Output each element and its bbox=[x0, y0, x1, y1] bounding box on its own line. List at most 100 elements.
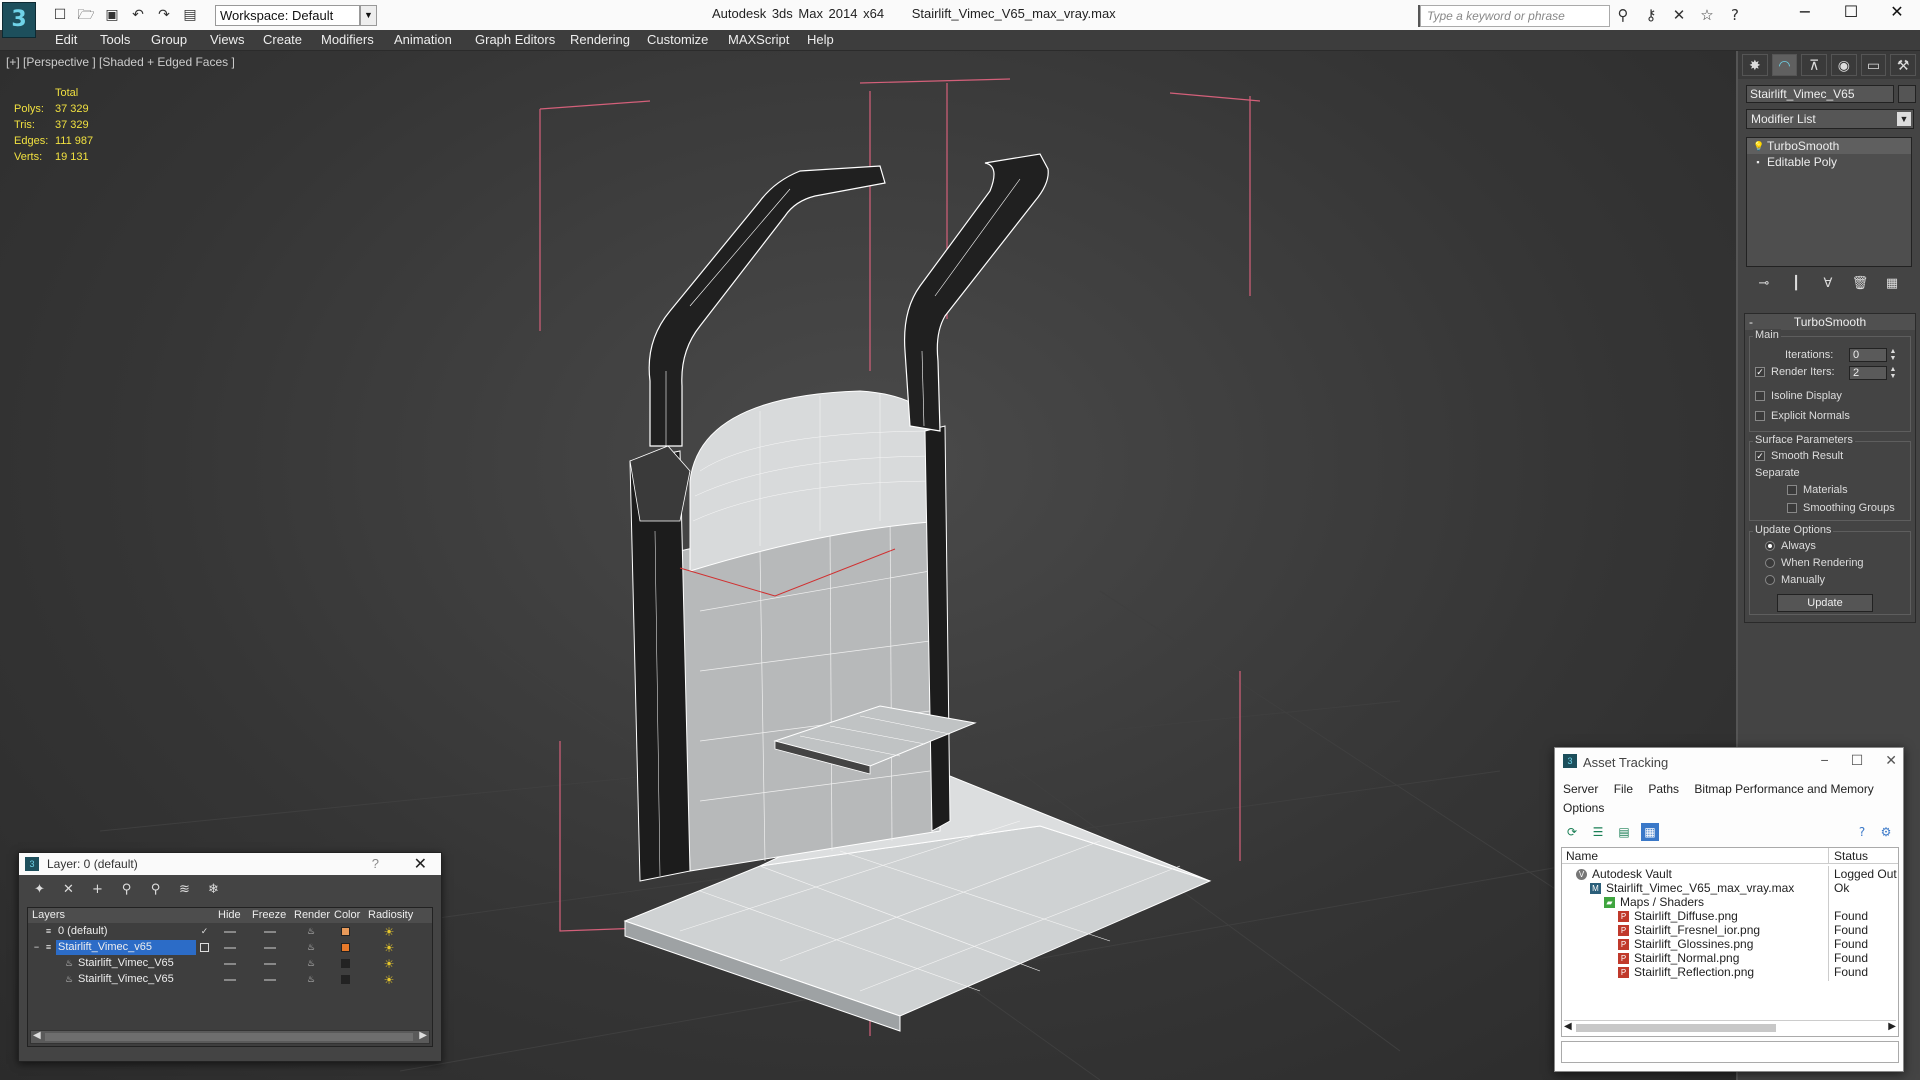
scroll-right-icon[interactable]: ▶ bbox=[1888, 1021, 1896, 1032]
workspace-dropdown[interactable]: Workspace: Default ▼ bbox=[215, 5, 377, 26]
menu-animation[interactable]: Animation bbox=[394, 32, 452, 47]
modifier-list-dropdown[interactable]: Modifier List ▼ bbox=[1746, 109, 1914, 129]
key-icon[interactable]: ⚷ bbox=[1640, 5, 1662, 25]
hide-toggle[interactable] bbox=[224, 931, 236, 933]
col-radiosity[interactable]: Radiosity bbox=[368, 909, 413, 921]
scroll-right-icon[interactable]: ▶ bbox=[419, 1030, 427, 1041]
settings-icon[interactable]: ⚙ bbox=[1877, 823, 1895, 841]
app-logo-button[interactable]: 3 bbox=[2, 2, 36, 38]
asset-row[interactable]: P Stairlift_Reflection.png Found bbox=[1562, 964, 1898, 981]
menu-tools[interactable]: Tools bbox=[100, 32, 130, 47]
configure-sets-icon[interactable]: ▦ bbox=[1882, 273, 1902, 295]
utilities-tab-icon[interactable]: ⚒ bbox=[1890, 54, 1917, 76]
help-icon[interactable]: ? bbox=[1724, 5, 1746, 25]
always-radio[interactable] bbox=[1765, 541, 1775, 551]
explicit-normals-checkbox[interactable] bbox=[1755, 411, 1765, 421]
menu-options[interactable]: Options bbox=[1563, 801, 1604, 815]
freeze-toggle[interactable] bbox=[264, 963, 276, 965]
close-button[interactable]: ✕ bbox=[1874, 0, 1920, 26]
menu-create[interactable]: Create bbox=[263, 32, 302, 47]
list-view-icon[interactable]: ☰ bbox=[1589, 823, 1607, 841]
menu-graph-editors[interactable]: Graph Editors bbox=[475, 32, 555, 47]
add-to-layer-icon[interactable]: + bbox=[87, 881, 108, 899]
when-rendering-radio[interactable] bbox=[1765, 558, 1775, 568]
chevron-down-icon[interactable]: ▼ bbox=[1897, 112, 1911, 126]
freeze-toggle[interactable] bbox=[264, 979, 276, 981]
highlight-layer-icon[interactable]: ⚲ bbox=[145, 881, 166, 899]
search-input[interactable]: Type a keyword or phrase bbox=[1420, 5, 1610, 27]
menu-customize[interactable]: Customize bbox=[647, 32, 708, 47]
delete-layer-icon[interactable]: ✕ bbox=[58, 881, 79, 899]
scroll-left-icon[interactable]: ◀ bbox=[33, 1030, 41, 1041]
hierarchy-tab-icon[interactable]: ⊼ bbox=[1801, 54, 1828, 76]
spinner-arrows-icon[interactable]: ▲ ▼ bbox=[1889, 366, 1897, 380]
grid-view-icon[interactable]: ▦ bbox=[1641, 823, 1659, 841]
stack-item-turbosmooth[interactable]: 💡 TurboSmooth bbox=[1747, 138, 1911, 154]
materials-checkbox[interactable] bbox=[1787, 485, 1797, 495]
scroll-thumb[interactable] bbox=[45, 1033, 413, 1041]
layer-window-titlebar[interactable]: 3 Layer: 0 (default) ? ✕ bbox=[19, 853, 441, 875]
radiosity-icon[interactable]: ☀ bbox=[382, 957, 396, 971]
layer-color-swatch[interactable] bbox=[341, 943, 350, 952]
help-icon[interactable]: ? bbox=[1853, 823, 1871, 841]
minimize-button[interactable]: − bbox=[1782, 0, 1828, 26]
col-color[interactable]: Color bbox=[334, 909, 360, 921]
layer-color-swatch[interactable] bbox=[341, 959, 350, 968]
save-icon[interactable]: ▣ bbox=[102, 5, 122, 25]
layer-color-swatch[interactable] bbox=[341, 975, 350, 984]
current-layer-box[interactable] bbox=[200, 943, 209, 952]
close-button[interactable]: ✕ bbox=[1885, 752, 1897, 769]
menu-bitmap-performance[interactable]: Bitmap Performance and Memory bbox=[1694, 782, 1873, 796]
isoline-display-checkbox[interactable] bbox=[1755, 391, 1765, 401]
spinner-arrows-icon[interactable]: ▲ ▼ bbox=[1889, 348, 1897, 362]
maximize-button[interactable]: ☐ bbox=[1851, 752, 1864, 769]
chevron-down-icon[interactable]: ▼ bbox=[360, 5, 377, 26]
update-button[interactable]: Update bbox=[1777, 594, 1873, 612]
col-name[interactable]: Name bbox=[1566, 849, 1598, 863]
scroll-thumb[interactable] bbox=[1576, 1024, 1776, 1032]
menu-edit[interactable]: Edit bbox=[55, 32, 77, 47]
render-iters-spinner[interactable]: 2 bbox=[1849, 366, 1887, 380]
select-objects-icon[interactable]: ⚲ bbox=[116, 881, 137, 899]
hide-toggle[interactable] bbox=[224, 947, 236, 949]
hold-icon[interactable]: ▤ bbox=[180, 5, 200, 25]
menu-paths[interactable]: Paths bbox=[1648, 782, 1679, 796]
display-tab-icon[interactable]: ▭ bbox=[1860, 54, 1887, 76]
menu-maxscript[interactable]: MAXScript bbox=[728, 32, 789, 47]
menu-server[interactable]: Server bbox=[1563, 782, 1598, 796]
open-file-icon[interactable]: 🗁 bbox=[76, 5, 96, 25]
col-render[interactable]: Render bbox=[294, 909, 330, 921]
motion-tab-icon[interactable]: ◉ bbox=[1831, 54, 1857, 76]
minimize-button[interactable]: − bbox=[1821, 752, 1829, 769]
render-teapot-icon[interactable]: ♨ bbox=[306, 942, 316, 952]
redo-icon[interactable]: ↷ bbox=[154, 5, 174, 25]
menu-file[interactable]: File bbox=[1614, 782, 1633, 796]
menu-group[interactable]: Group bbox=[151, 32, 187, 47]
radiosity-icon[interactable]: ☀ bbox=[382, 925, 396, 939]
render-teapot-icon[interactable]: ♨ bbox=[306, 958, 316, 968]
col-layers[interactable]: Layers bbox=[32, 909, 65, 921]
stack-item-editable-poly[interactable]: ▪ Editable Poly bbox=[1747, 154, 1911, 170]
menu-help[interactable]: Help bbox=[807, 32, 834, 47]
expand-icon[interactable]: ▪ bbox=[1753, 157, 1763, 167]
remove-modifier-icon[interactable]: 🗑 bbox=[1850, 273, 1870, 295]
table-view-icon[interactable]: ▤ bbox=[1615, 823, 1633, 841]
object-name-field[interactable]: Stairlift_Vimec_V65 bbox=[1746, 85, 1894, 103]
freeze-toggle[interactable] bbox=[264, 931, 276, 933]
object-color-swatch[interactable] bbox=[1898, 85, 1916, 103]
hide-toggle[interactable] bbox=[224, 963, 236, 965]
radiosity-icon[interactable]: ☀ bbox=[382, 973, 396, 987]
new-layer-icon[interactable]: ✦ bbox=[29, 881, 50, 899]
hide-all-icon[interactable]: ≋ bbox=[174, 881, 195, 899]
close-icon[interactable]: ✕ bbox=[414, 854, 427, 874]
new-file-icon[interactable]: ☐ bbox=[50, 5, 70, 25]
layer-color-swatch[interactable] bbox=[341, 927, 350, 936]
asset-window-titlebar[interactable]: 3 Asset Tracking − ☐ ✕ bbox=[1555, 748, 1903, 776]
smooth-result-checkbox[interactable]: ✓ bbox=[1755, 451, 1765, 461]
make-unique-icon[interactable]: ∀ bbox=[1818, 273, 1838, 295]
star-icon[interactable]: ☆ bbox=[1696, 5, 1718, 25]
radiosity-icon[interactable]: ☀ bbox=[382, 941, 396, 955]
menu-views[interactable]: Views bbox=[210, 32, 244, 47]
smoothing-groups-checkbox[interactable] bbox=[1787, 503, 1797, 513]
hide-toggle[interactable] bbox=[224, 979, 236, 981]
